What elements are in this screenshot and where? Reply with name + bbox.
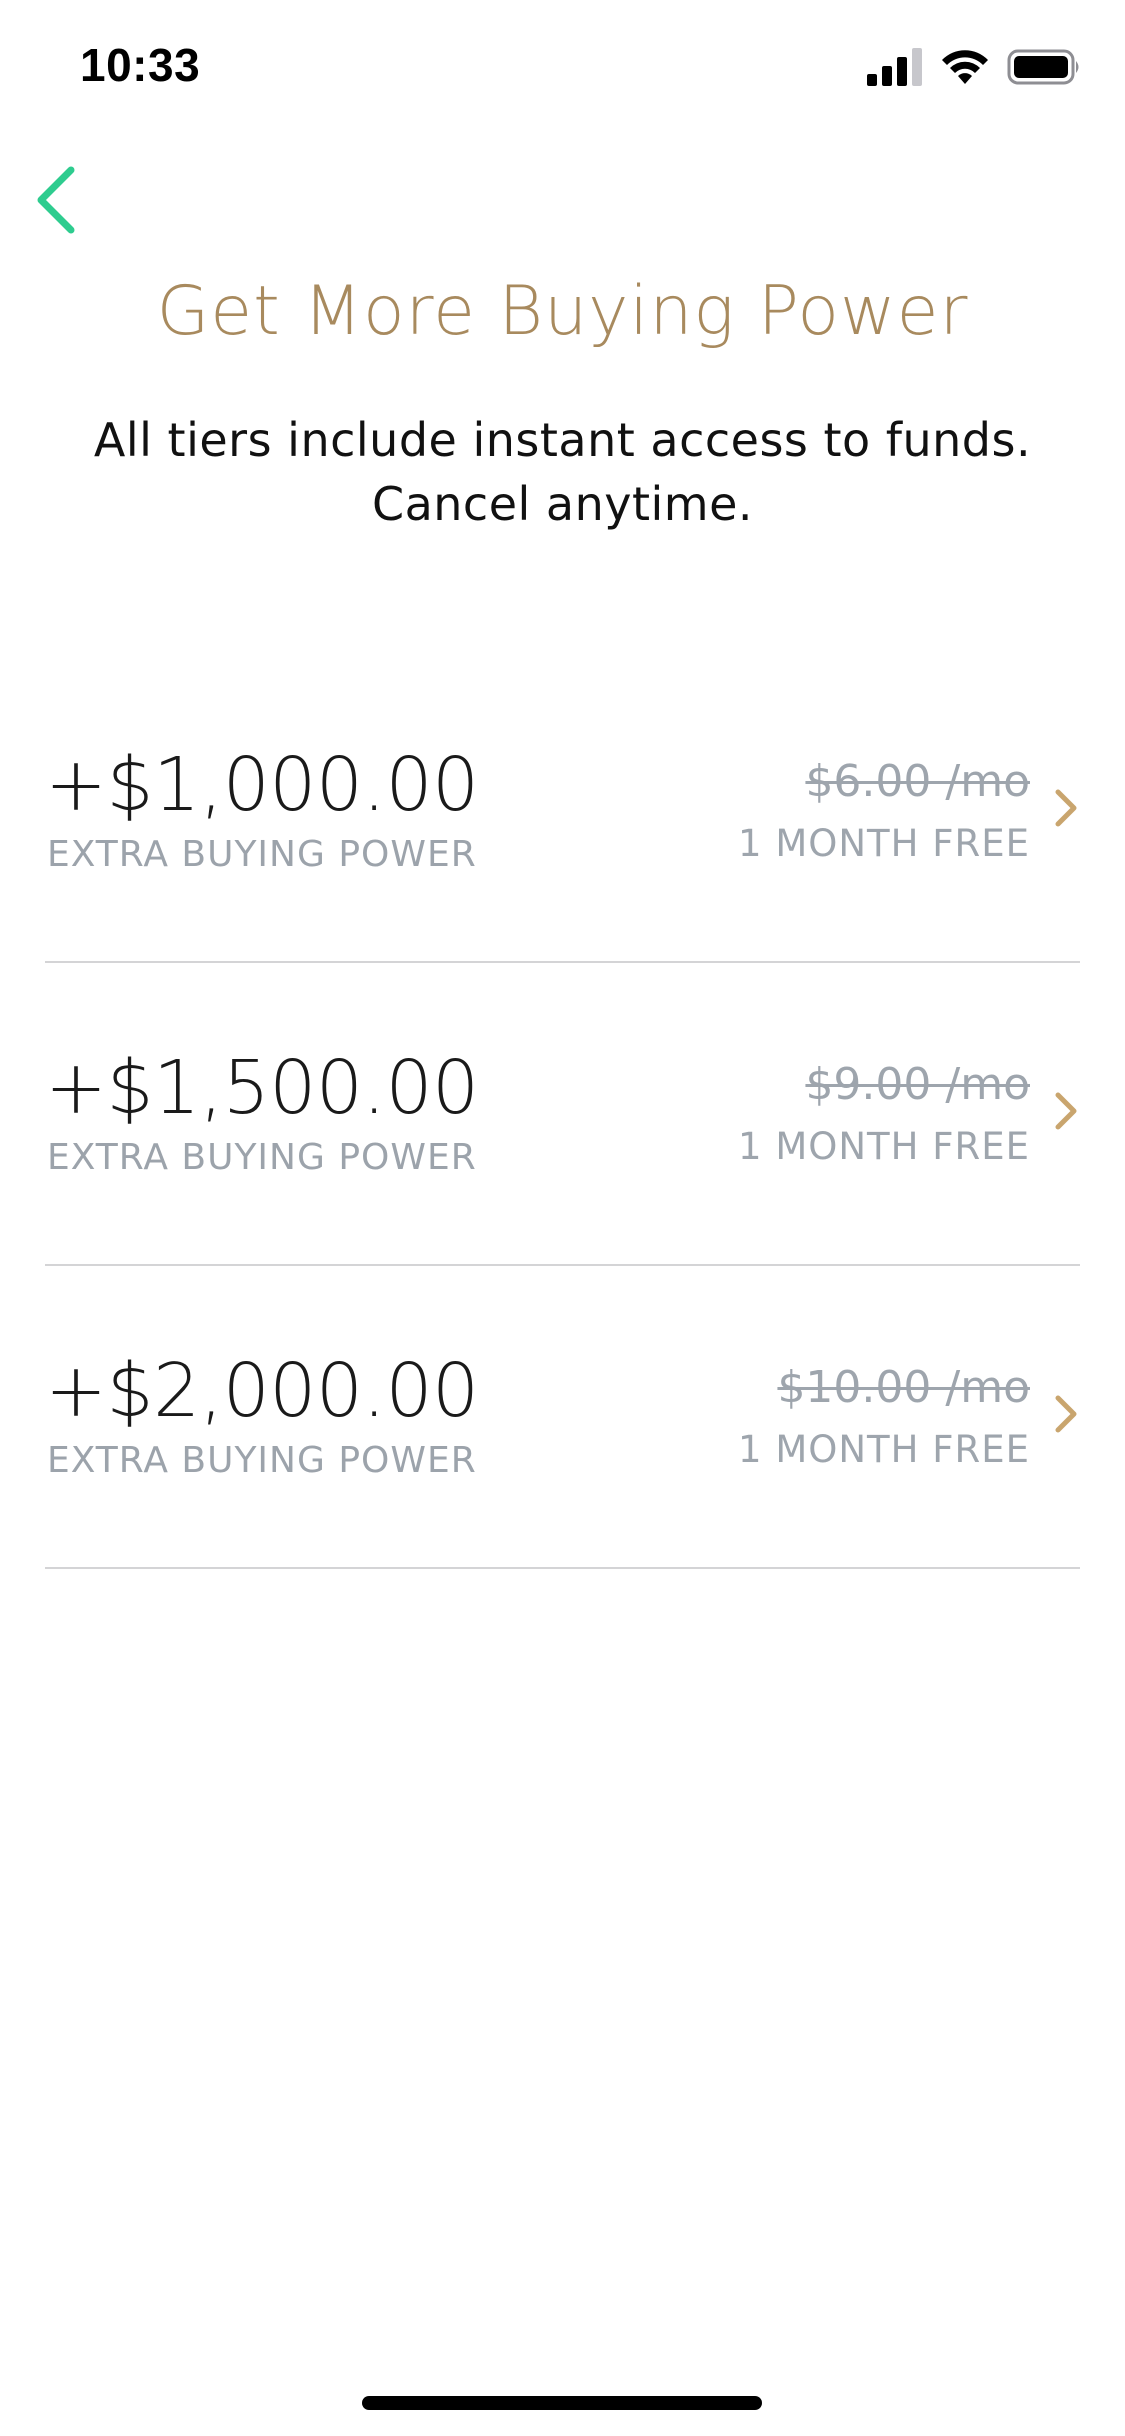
tier-caption: EXTRA BUYING POWER bbox=[47, 1137, 477, 1178]
tier-row-1000[interactable]: +$1,000.00 EXTRA BUYING POWER $6.00 /mo … bbox=[45, 660, 1080, 963]
tier-offer-badge: 1 MONTH FREE bbox=[738, 1125, 1030, 1168]
back-button[interactable] bbox=[20, 160, 90, 240]
tier-caption: EXTRA BUYING POWER bbox=[47, 1440, 477, 1481]
signal-icon bbox=[867, 48, 922, 86]
tier-original-price: $6.00 /mo bbox=[805, 756, 1030, 807]
battery-icon bbox=[1007, 49, 1079, 85]
status-icons bbox=[867, 48, 1081, 86]
tier-amount: +$2,000.00 bbox=[45, 1348, 479, 1434]
subtitle-line-2: Cancel anytime. bbox=[371, 477, 754, 531]
status-time: 10:33 bbox=[80, 39, 201, 91]
chevron-right-icon bbox=[1055, 789, 1077, 827]
status-bar: 10:33 bbox=[0, 0, 1125, 135]
tier-list: +$1,000.00 EXTRA BUYING POWER $6.00 /mo … bbox=[0, 660, 1125, 1569]
tier-amount: +$1,500.00 bbox=[45, 1045, 479, 1131]
chevron-left-icon bbox=[37, 166, 75, 234]
subtitle-line-1: All tiers include instant access to fund… bbox=[93, 413, 1032, 467]
tier-offer-badge: 1 MONTH FREE bbox=[738, 822, 1030, 865]
home-indicator[interactable] bbox=[362, 2396, 762, 2410]
page-title: Get More Buying Power bbox=[156, 272, 969, 351]
chevron-right-icon bbox=[1055, 1092, 1077, 1130]
wifi-icon bbox=[942, 50, 988, 84]
tier-caption: EXTRA BUYING POWER bbox=[47, 834, 477, 875]
tier-row-1500[interactable]: +$1,500.00 EXTRA BUYING POWER $9.00 /mo … bbox=[45, 963, 1080, 1266]
page-subtitle: All tiers include instant access to fund… bbox=[60, 408, 1065, 536]
tier-original-price: $9.00 /mo bbox=[805, 1059, 1030, 1110]
chevron-right-icon bbox=[1055, 1395, 1077, 1433]
tier-original-price: $10.00 /mo bbox=[777, 1362, 1030, 1413]
tier-amount: +$1,000.00 bbox=[45, 742, 479, 828]
tier-row-2000[interactable]: +$2,000.00 EXTRA BUYING POWER $10.00 /mo… bbox=[45, 1266, 1080, 1569]
tier-offer-badge: 1 MONTH FREE bbox=[738, 1428, 1030, 1471]
